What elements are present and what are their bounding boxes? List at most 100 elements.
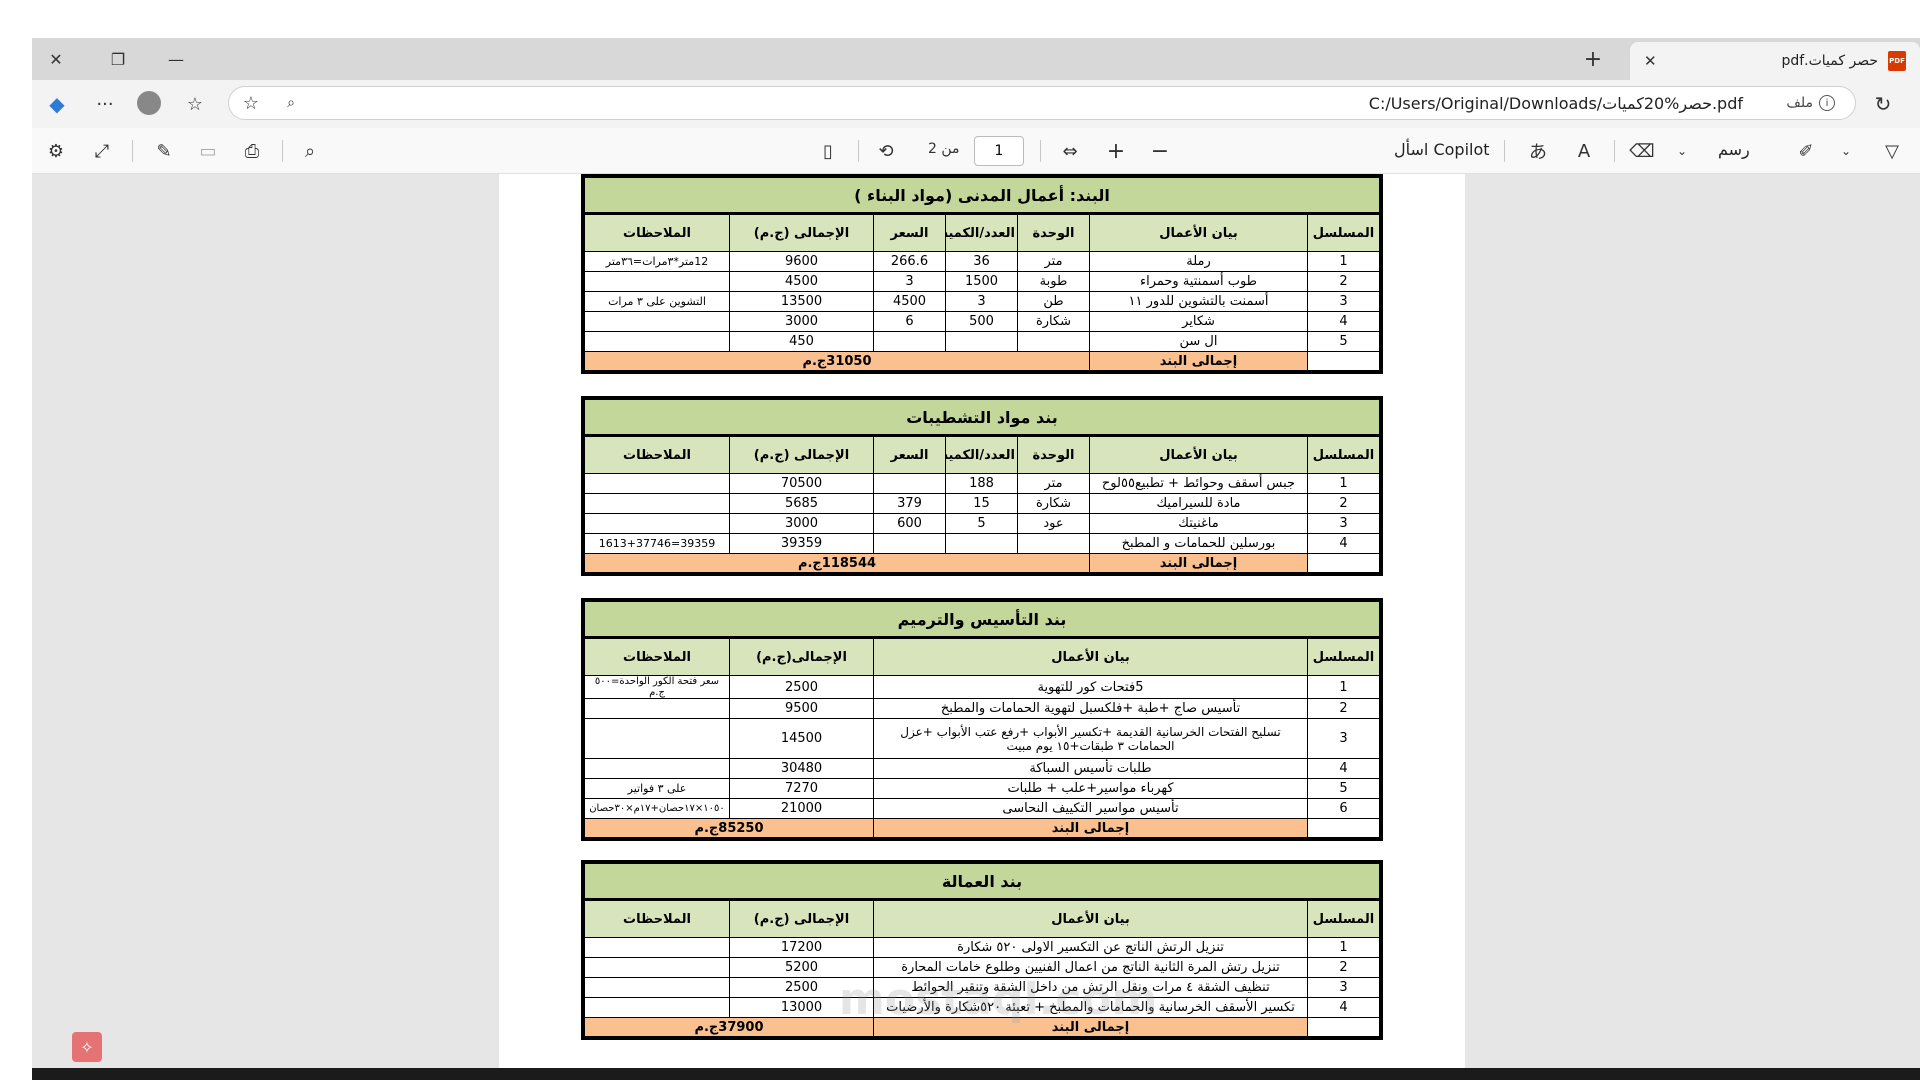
cell: [584, 977, 730, 998]
copilot-icon[interactable]: ◆: [42, 90, 72, 118]
zoom-out-icon[interactable]: −: [1146, 137, 1174, 165]
cell: [1017, 533, 1090, 554]
column-header: بيان الأعمال: [873, 899, 1308, 938]
total-value: 118544ج.م: [584, 553, 1090, 573]
address-input[interactable]: ☆ ⌕ C:/Users/Original/Downloads/حصر%20كم…: [228, 86, 1856, 120]
read-aloud-icon[interactable]: A: [1570, 137, 1598, 165]
cell: 5685: [729, 493, 874, 514]
column-header: الوحدة: [1017, 435, 1090, 474]
rotate-icon[interactable]: ⟲: [872, 137, 900, 165]
pdf-viewer[interactable]: البند: أعمال المدنى (مواد البناء ) المسل…: [32, 174, 1920, 1068]
cell: طن: [1017, 291, 1090, 312]
title-bar: ✕ ❐ — + PDF حصر كميات.pdf ✕: [32, 38, 1920, 80]
save-icon[interactable]: ▭: [194, 137, 222, 165]
cell: 2: [1307, 271, 1380, 292]
print-icon[interactable]: ⎙: [238, 137, 266, 165]
page-view-icon[interactable]: ▯: [814, 137, 842, 165]
table-finishing-materials: بند مواد التشطيبات المسلسل بيان الأعمال …: [581, 396, 1383, 576]
profile-avatar[interactable]: [134, 88, 164, 118]
zoom-in-icon[interactable]: +: [1102, 137, 1130, 165]
column-header: المسلسل: [1307, 435, 1380, 474]
cell: طوب أسمنتية وحمراء: [1089, 271, 1308, 292]
column-header: العدد/الكمية: [945, 435, 1018, 474]
site-info[interactable]: i ملف: [1786, 95, 1835, 111]
toolbar-divider: [132, 140, 133, 162]
cell: رملة: [1089, 251, 1308, 272]
eraser-icon[interactable]: ⌫: [1628, 137, 1656, 165]
cell: 266.6: [873, 251, 946, 272]
ask-copilot-button[interactable]: اسأل Copilot: [1394, 140, 1490, 159]
cell: ماغنيتك: [1089, 513, 1308, 534]
more-options-icon[interactable]: ···: [90, 90, 120, 118]
find-icon[interactable]: ⌕: [296, 137, 324, 165]
save-as-icon[interactable]: ✎: [150, 137, 178, 165]
cell: 3: [873, 271, 946, 292]
page-number-input[interactable]: 1: [974, 136, 1024, 166]
column-header: بيان الأعمال: [873, 637, 1308, 676]
total-value: 37900ج.م: [584, 1017, 874, 1037]
chevron-down-icon[interactable]: ⌄: [1836, 137, 1856, 165]
cell: ١٠٥٠×١٧حصان+١٧م×٣٠حصان: [584, 798, 730, 819]
new-tab-button[interactable]: +: [1578, 45, 1608, 73]
cell: [945, 331, 1018, 352]
close-window-icon[interactable]: ✕: [36, 46, 76, 72]
toolbar-divider: [1504, 140, 1505, 162]
fullscreen-icon[interactable]: ⤢: [88, 137, 116, 165]
cell: 4500: [873, 291, 946, 312]
column-header: الإجمالى (ج.م): [729, 213, 874, 252]
cell: [584, 698, 730, 719]
total-value: 85250ج.م: [584, 818, 874, 838]
draw-pen-icon[interactable]: ✐: [1792, 137, 1820, 165]
cell: 1: [1307, 675, 1380, 699]
cell: [945, 533, 1018, 554]
cell: تسليح الفتحات الخرسانية القديمة +تكسير ا…: [873, 718, 1308, 759]
cell: [584, 473, 730, 494]
cell: 5: [945, 513, 1018, 534]
cell: [1307, 1017, 1380, 1037]
refresh-icon[interactable]: ↻: [1868, 90, 1898, 118]
cell: 600: [873, 513, 946, 534]
acrobat-icon[interactable]: ✧: [72, 1032, 102, 1062]
column-header: المسلسل: [1307, 637, 1380, 676]
cell: [584, 493, 730, 514]
favorites-icon[interactable]: ☆: [180, 90, 210, 118]
tab-close-icon[interactable]: ✕: [1644, 52, 1657, 70]
table-row: 4 طلبات تأسيس السباكة 30480: [584, 758, 1380, 779]
cell: 2: [1307, 957, 1380, 978]
cell: 4: [1307, 311, 1380, 332]
chevron-down-icon[interactable]: ⌄: [1672, 137, 1692, 165]
column-header: الإجمالى (ج.م): [729, 435, 874, 474]
cell: 3000: [729, 311, 874, 332]
minimize-window-icon[interactable]: —: [156, 46, 196, 72]
tab-active[interactable]: PDF حصر كميات.pdf ✕: [1630, 42, 1920, 80]
draw-label[interactable]: رسم: [1718, 140, 1750, 159]
cell: 30480: [729, 758, 874, 779]
toolbar-divider: [1614, 140, 1615, 162]
cell: تأسيس مواسير التكييف النحاسى: [873, 798, 1308, 819]
cell: أسمنت بالتشوين للدور ١١: [1089, 291, 1308, 312]
settings-gear-icon[interactable]: ⚙: [42, 137, 70, 165]
cell: [873, 533, 946, 554]
browser-window: ✕ ❐ — + PDF حصر كميات.pdf ✕ ◆ ··· ☆ ☆ ⌕ …: [32, 38, 1920, 1068]
watermark: mostaql.com: [839, 974, 1158, 1025]
favorite-star-icon[interactable]: ☆: [239, 91, 263, 115]
table-row: 3 تسليح الفتحات الخرسانية القديمة +تكسير …: [584, 718, 1380, 759]
table-row: 3 ماغنيتك عود 5 600 3000: [584, 513, 1380, 534]
translate-icon[interactable]: あ: [1524, 137, 1552, 165]
restore-window-icon[interactable]: ❐: [98, 46, 138, 72]
cell: ال سن: [1089, 331, 1308, 352]
column-header: الإجمالى(ج.م): [729, 637, 874, 676]
cell: شكاير: [1089, 311, 1308, 332]
cell: [584, 758, 730, 779]
highlight-icon[interactable]: ▽: [1878, 137, 1906, 165]
table-row: 5 ال سن 450: [584, 331, 1380, 352]
fit-width-icon[interactable]: ⇔: [1056, 137, 1084, 165]
cell: 4500: [729, 271, 874, 292]
cell: 2500: [729, 675, 874, 699]
cell: سعر فتحة الكور الواحدة=٥٠٠ ج.م: [584, 675, 730, 699]
cell: 5: [1307, 331, 1380, 352]
pdf-page: البند: أعمال المدنى (مواد البناء ) المسل…: [499, 174, 1465, 1068]
column-header: السعر: [873, 435, 946, 474]
cell: [584, 271, 730, 292]
zoom-icon[interactable]: ⌕: [279, 91, 303, 115]
